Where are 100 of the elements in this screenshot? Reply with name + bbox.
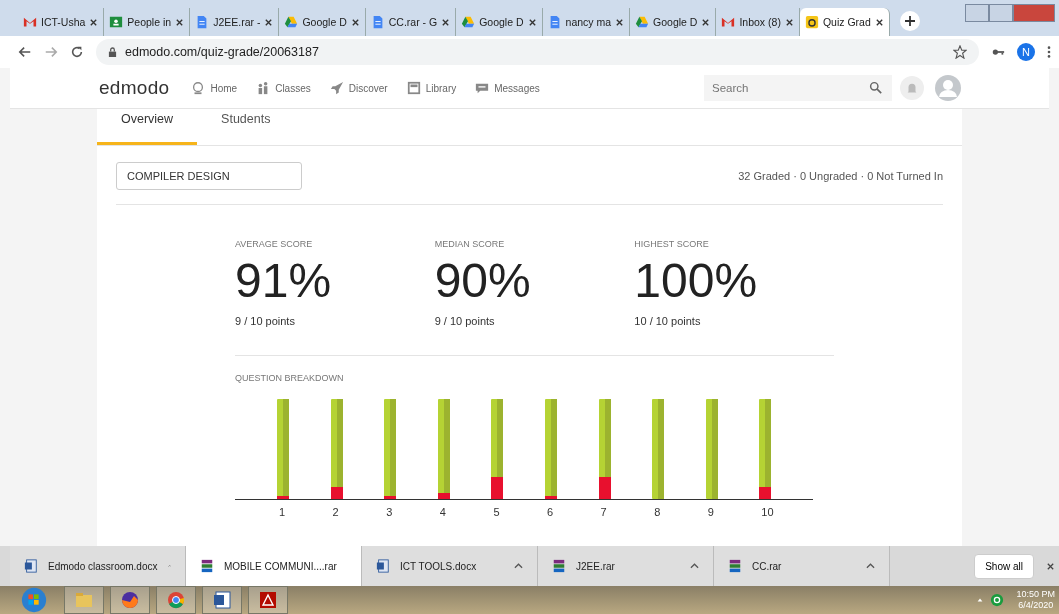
question-bar[interactable] — [544, 399, 557, 499]
download-item[interactable]: Edmodo classroom.docx — [10, 546, 186, 586]
search-icon[interactable] — [869, 81, 882, 94]
profile-avatar[interactable]: N — [1017, 43, 1035, 61]
tab-title: ICT-Usha — [41, 16, 86, 28]
class-selector[interactable]: COMPILER DESIGN — [116, 162, 302, 190]
tab-title: Inbox (8) — [739, 16, 781, 28]
question-bar[interactable] — [491, 399, 504, 499]
mail-icon — [23, 15, 37, 29]
question-bar[interactable] — [437, 399, 450, 499]
close-icon[interactable] — [784, 17, 794, 27]
question-bar[interactable] — [598, 399, 611, 499]
question-number: 7 — [599, 506, 608, 518]
score-label: MEDIAN SCORE — [434, 239, 506, 249]
question-bar[interactable] — [384, 399, 397, 499]
close-icon[interactable] — [441, 17, 451, 27]
globe-icon — [191, 81, 206, 95]
word-document-icon — [212, 590, 232, 610]
tab-title: nancy ma — [565, 16, 612, 28]
close-icon[interactable] — [701, 17, 711, 27]
back-arrow-icon[interactable] — [18, 45, 32, 59]
reload-icon[interactable] — [70, 45, 84, 59]
question-bar[interactable] — [330, 399, 343, 499]
caret-icon[interactable] — [866, 563, 875, 569]
url-text: edmodo.com/quiz-grade/20063187 — [125, 45, 320, 59]
score-value: 90% — [434, 257, 532, 305]
question-number: 6 — [545, 506, 555, 518]
tab-title: Google D — [479, 16, 524, 28]
close-icon[interactable] — [175, 17, 185, 27]
nav-link[interactable]: Library — [406, 81, 457, 95]
question-number: 8 — [653, 506, 662, 518]
new-tab-button[interactable] — [899, 11, 920, 31]
grading-summary: 32 Graded · 0 Ungraded · 0 Not Turned In — [738, 170, 943, 182]
taskbar-button[interactable] — [202, 586, 242, 614]
download-item[interactable]: CC.rar — [714, 546, 890, 586]
menu-icon[interactable] — [1047, 45, 1051, 59]
tab-title: J2EE.rar - — [213, 16, 261, 28]
taskbar-button[interactable] — [248, 586, 288, 614]
download-item[interactable]: MOBILE COMMUNI....rar — [186, 546, 362, 586]
chat-bubble-icon — [475, 81, 490, 95]
tab-title: CC.rar - G — [388, 16, 438, 28]
nav-link[interactable]: Messages — [475, 81, 540, 95]
taskbar-button[interactable] — [110, 586, 150, 614]
pdf-icon — [258, 590, 278, 610]
page-tab[interactable]: Students — [197, 109, 295, 145]
site-logo[interactable]: edmodo — [99, 77, 170, 99]
star-icon[interactable] — [953, 45, 967, 59]
chrome-icon — [166, 590, 186, 610]
question-number: 4 — [438, 506, 447, 518]
download-item[interactable]: ICT TOOLS.docx — [362, 546, 538, 586]
question-bar[interactable] — [277, 399, 289, 499]
browser-tab[interactable]: Quiz Grad — [799, 8, 890, 36]
clock-date: 6/4/2020 — [1018, 600, 1054, 611]
close-icon[interactable] — [527, 17, 537, 27]
plus-icon — [903, 15, 916, 27]
window-controls[interactable] — [965, 4, 1055, 22]
show-all-button[interactable]: Show all — [974, 553, 1034, 579]
clock-time: 10:50 PM — [1016, 589, 1055, 600]
triangle-icon — [284, 15, 299, 29]
close-icon[interactable] — [1046, 561, 1055, 571]
chart-title: QUESTION BREAKDOWN — [235, 373, 345, 383]
score-label: HIGHEST SCORE — [634, 239, 710, 249]
search-field[interactable]: Search — [704, 75, 892, 101]
classroom-icon — [109, 15, 124, 29]
close-icon[interactable] — [89, 17, 99, 27]
close-icon[interactable] — [874, 17, 884, 27]
score-points: 10 / 10 points — [634, 315, 702, 327]
score-label: AVERAGE SCORE — [235, 239, 314, 249]
archive-icon — [728, 559, 742, 573]
word-document-icon — [376, 559, 390, 573]
tab-title: Quiz Grad — [822, 16, 871, 28]
close-icon[interactable] — [615, 17, 625, 27]
question-number: 5 — [492, 506, 501, 518]
caret-icon[interactable] — [690, 563, 699, 569]
nav-link[interactable]: Home — [191, 81, 238, 95]
download-item[interactable]: J2EE.rar — [538, 546, 714, 586]
question-number: 1 — [278, 506, 287, 518]
close-icon[interactable] — [264, 17, 274, 27]
nav-link[interactable]: Discover — [329, 81, 388, 95]
caret-icon[interactable] — [514, 563, 523, 569]
archive-icon — [200, 559, 214, 573]
close-icon[interactable] — [350, 17, 360, 27]
tab-title: People in — [127, 16, 172, 28]
caret-icon[interactable] — [976, 596, 985, 604]
question-number: 3 — [385, 506, 394, 518]
nav-link[interactable]: Classes — [256, 81, 311, 95]
word-document-icon — [24, 559, 38, 573]
score-points: 9 / 10 points — [235, 315, 296, 327]
question-number: 10 — [760, 506, 775, 518]
page-tab[interactable]: Overview — [97, 109, 198, 145]
question-bar[interactable] — [759, 399, 772, 499]
question-number: 9 — [706, 506, 715, 518]
start-button-icon[interactable] — [20, 586, 48, 614]
lock-icon — [108, 46, 117, 58]
tab-title: Google D — [653, 16, 698, 28]
address-bar[interactable]: edmodo.com/quiz-grade/20063187 — [96, 39, 979, 65]
rocket-icon — [329, 81, 344, 95]
archive-icon — [552, 559, 566, 573]
score-value: 100% — [634, 257, 759, 305]
triangle-icon — [635, 15, 650, 29]
